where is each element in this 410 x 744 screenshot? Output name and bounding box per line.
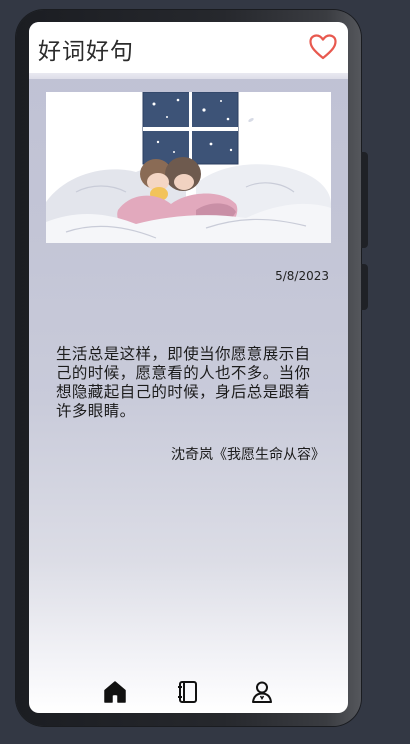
illustration-image <box>46 92 331 243</box>
quote-author: 沈奇岚《我愿生命从容》 <box>171 447 325 463</box>
volume-button <box>361 152 368 248</box>
bottom-tab-bar <box>29 674 348 713</box>
home-icon[interactable] <box>102 679 128 705</box>
divider <box>29 73 348 79</box>
quote-text: 生活总是这样，即使当你愿意展示自己的时候，愿意看的人也不多。当你想隐藏起自己的时… <box>56 345 311 420</box>
notebook-icon[interactable] <box>175 679 201 705</box>
app-screen: 好词好句 5/8/2023 生活总是这样，即使当你愿意展示自己的时候，愿意看的人… <box>29 22 348 713</box>
power-button <box>361 264 368 310</box>
app-bar: 好词好句 <box>29 22 348 74</box>
date-label: 5/8/2023 <box>275 269 329 283</box>
user-icon[interactable] <box>249 679 275 705</box>
page-title: 好词好句 <box>38 39 134 65</box>
heart-outline-icon[interactable] <box>309 34 337 60</box>
